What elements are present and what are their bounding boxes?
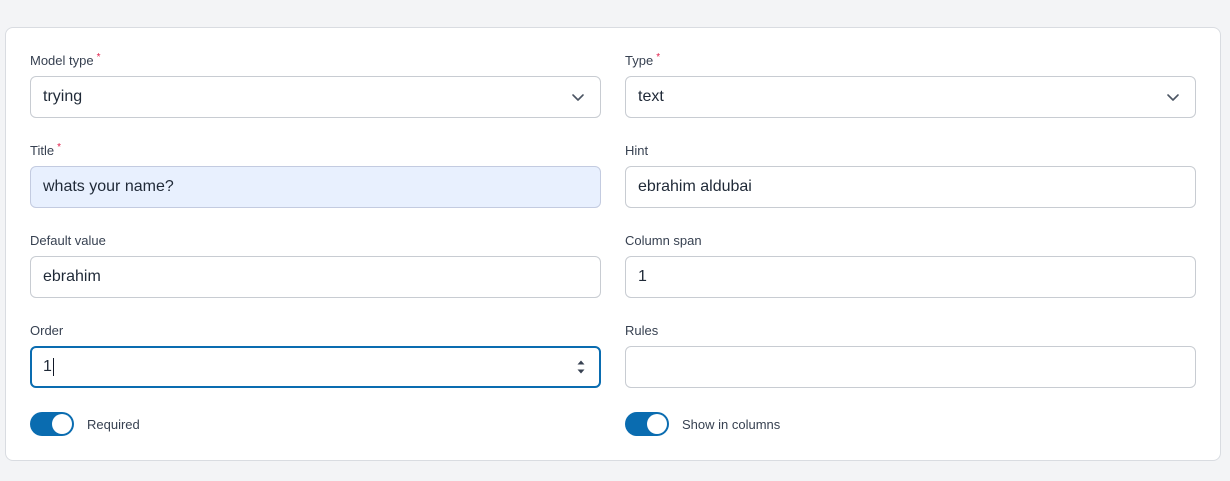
title-label: Title * <box>30 142 61 158</box>
hint-label: Hint <box>625 143 649 158</box>
title-input[interactable]: whats your name? <box>30 166 601 208</box>
column-span-label: Column span <box>625 233 702 248</box>
order-value: 1 <box>43 357 54 376</box>
hint-input[interactable]: ebrahim aldubai <box>625 166 1196 208</box>
column-span-field: Column span 1 <box>625 232 1196 298</box>
required-mark: * <box>57 142 61 153</box>
default-value-value: ebrahim <box>43 268 101 285</box>
default-value-field: Default value ebrahim <box>30 232 601 298</box>
rules-input[interactable] <box>625 346 1196 388</box>
toggle-knob <box>647 414 667 434</box>
column-span-input[interactable]: 1 <box>625 256 1196 298</box>
required-toggle-label: Required <box>87 416 140 432</box>
chevron-down-icon <box>572 94 584 101</box>
order-number-input[interactable]: 1 <box>30 346 601 388</box>
spinner-arrows-icon[interactable] <box>575 356 587 378</box>
title-field: Title * whats your name? <box>30 142 601 208</box>
model-type-select[interactable]: trying <box>30 76 601 118</box>
model-type-value: trying <box>43 88 83 105</box>
rules-field: Rules <box>625 322 1196 388</box>
order-field: Order 1 <box>30 322 601 388</box>
required-toggle-row: Required <box>30 412 140 436</box>
rules-label: Rules <box>625 323 659 338</box>
text-caret <box>52 357 54 376</box>
order-label: Order <box>30 323 64 338</box>
hint-field: Hint ebrahim aldubai <box>625 142 1196 208</box>
model-type-label: Model type * <box>30 52 101 68</box>
default-value-label: Default value <box>30 233 106 248</box>
toggle-knob <box>52 414 72 434</box>
type-field: Type * text <box>625 52 1196 118</box>
title-value: whats your name? <box>43 178 174 195</box>
show-in-columns-toggle-row: Show in columns <box>625 412 780 436</box>
show-in-columns-toggle[interactable] <box>625 412 669 436</box>
type-value: text <box>638 88 664 105</box>
type-select[interactable]: text <box>625 76 1196 118</box>
required-mark: * <box>656 52 661 63</box>
hint-value: ebrahim aldubai <box>638 178 752 195</box>
form-card: Model type * trying Type * text Title * wha… <box>5 27 1221 461</box>
default-value-input[interactable]: ebrahim <box>30 256 601 298</box>
required-toggle[interactable] <box>30 412 74 436</box>
required-mark: * <box>96 52 101 63</box>
show-in-columns-toggle-label: Show in columns <box>682 416 781 432</box>
model-type-field: Model type * trying <box>30 52 601 118</box>
chevron-down-icon <box>1167 94 1179 101</box>
column-span-value: 1 <box>638 268 647 285</box>
type-label: Type * <box>625 52 661 68</box>
